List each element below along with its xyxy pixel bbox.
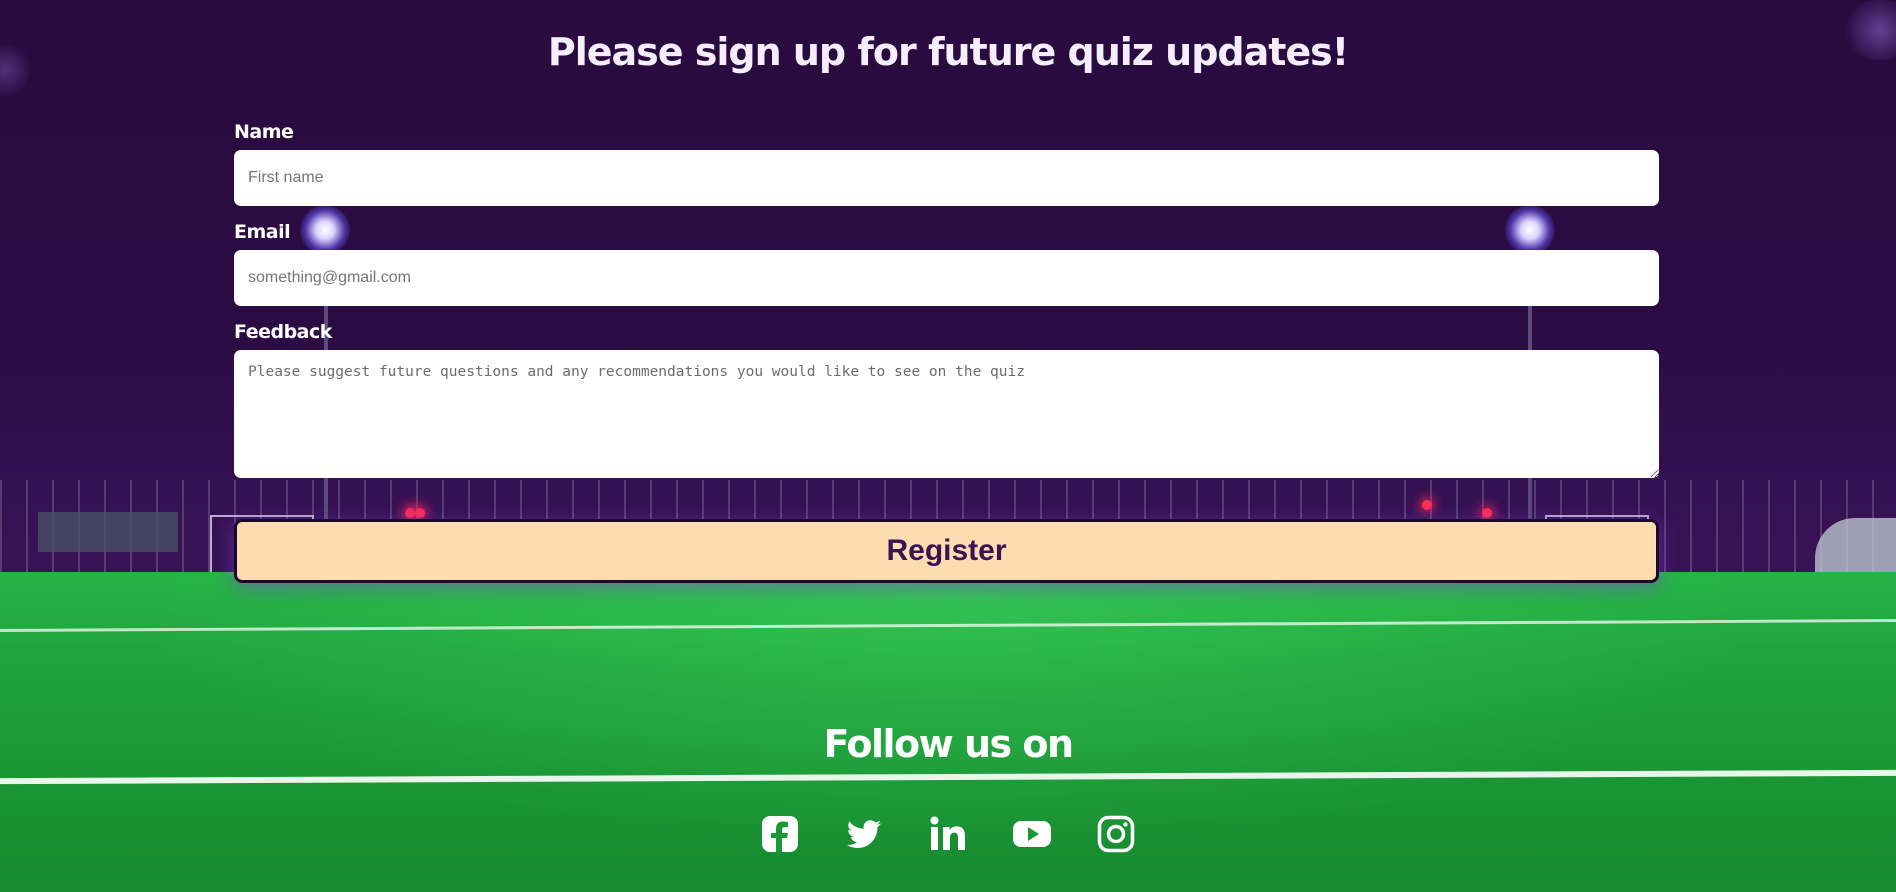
feedback-textarea[interactable] — [234, 350, 1659, 478]
name-input[interactable] — [234, 150, 1659, 206]
email-input[interactable] — [234, 250, 1659, 306]
register-button[interactable]: Register — [234, 519, 1659, 583]
name-label: Name — [234, 121, 294, 143]
scoreboard — [38, 512, 178, 552]
instagram-icon[interactable] — [1094, 812, 1138, 856]
linkedin-icon[interactable] — [926, 812, 970, 856]
red-light — [415, 508, 425, 518]
feedback-label: Feedback — [234, 321, 332, 343]
page: Please sign up for future quiz updates! … — [0, 0, 1896, 892]
follow-us-heading: Follow us on — [823, 722, 1074, 766]
facebook-icon[interactable] — [758, 812, 802, 856]
red-light — [1482, 508, 1492, 518]
email-label: Email — [234, 221, 291, 243]
social-links — [0, 812, 1896, 856]
signup-form: Name Email Feedback — [234, 118, 1659, 478]
red-light — [405, 508, 415, 518]
twitter-icon[interactable] — [842, 812, 886, 856]
page-title: Please sign up for future quiz updates! — [547, 30, 1349, 74]
youtube-icon[interactable] — [1010, 812, 1054, 856]
red-light — [1422, 500, 1432, 510]
